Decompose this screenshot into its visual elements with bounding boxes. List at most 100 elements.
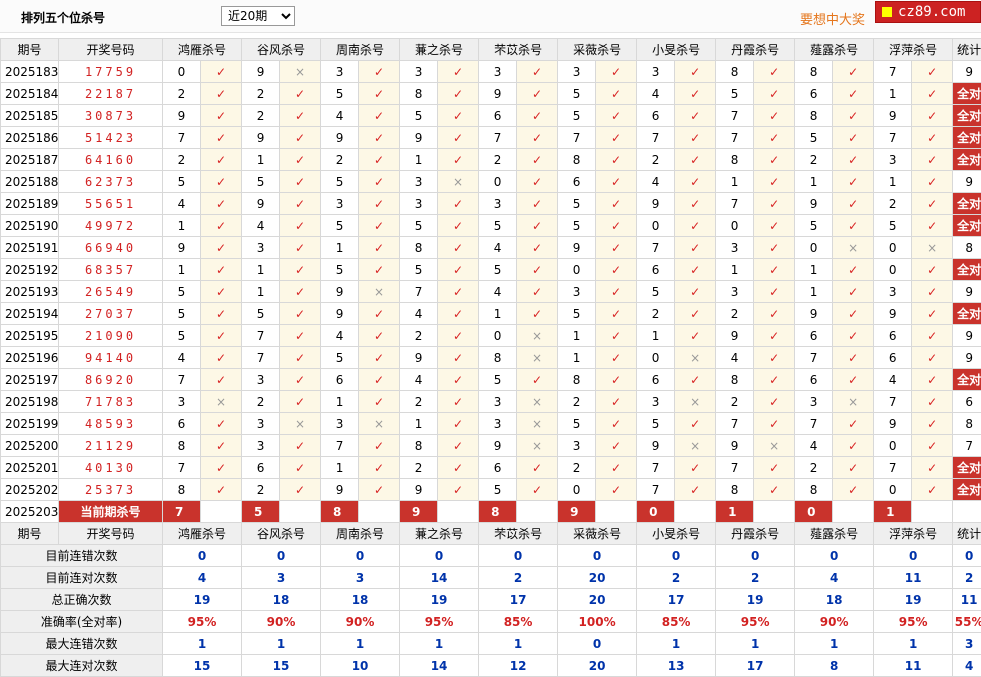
check-icon: ✓	[912, 457, 953, 479]
kill-number-cell: 5	[558, 413, 596, 435]
check-icon: ✓	[201, 325, 242, 347]
check-icon: ✓	[912, 479, 953, 501]
check-icon: ✓	[833, 435, 874, 457]
check-icon: ✓	[833, 215, 874, 237]
kill-number-cell: 3	[163, 391, 201, 413]
empty-cell	[833, 501, 874, 523]
cross-icon: ×	[517, 435, 558, 457]
kill-number-cell: 8	[716, 369, 754, 391]
check-icon: ✓	[201, 435, 242, 457]
check-icon: ✓	[280, 127, 321, 149]
winning-number-cell: 22187	[59, 83, 163, 105]
col-header-expert: 采薇杀号	[558, 523, 637, 545]
stats-label: 总正确次数	[1, 589, 163, 611]
kill-number-cell: 0	[716, 215, 754, 237]
col-header-expert: 鸿雁杀号	[163, 39, 242, 61]
period-range-select[interactable]: 近20期	[221, 6, 295, 26]
kill-number-cell: 5	[321, 347, 359, 369]
table-row: 2025185308739✓2✓4✓5✓6✓5✓6✓7✓8✓9✓全对	[1, 105, 981, 127]
check-icon: ✓	[912, 127, 953, 149]
winning-number-cell: 68357	[59, 259, 163, 281]
check-icon: ✓	[596, 391, 637, 413]
kill-number-cell: 9	[321, 303, 359, 325]
kill-number-cell: 9	[163, 237, 201, 259]
kill-number-cell: 8	[400, 435, 438, 457]
kill-number-cell: 0	[637, 215, 675, 237]
kill-number-cell: 7	[637, 237, 675, 259]
col-header-expert: 小旻杀号	[637, 523, 716, 545]
stats-label: 目前连错次数	[1, 545, 163, 567]
check-icon: ✓	[438, 127, 479, 149]
stats-value: 90%	[321, 611, 400, 633]
kill-number-cell: 2	[242, 391, 280, 413]
kill-number-cell: 1	[242, 149, 280, 171]
stats-value: 0	[558, 545, 637, 567]
col-header-expert: 谷风杀号	[242, 523, 321, 545]
kill-number-cell: 8	[558, 369, 596, 391]
check-icon: ✓	[359, 83, 400, 105]
winning-number-cell: 86920	[59, 369, 163, 391]
kill-number-cell: 2	[874, 193, 912, 215]
stats-value: 3	[242, 567, 321, 589]
kill-number-cell: 1	[716, 259, 754, 281]
stats-row: 目前连错次数00000000000	[1, 545, 981, 567]
kill-number-cell: 9	[795, 193, 833, 215]
kill-number-cell: 1	[321, 457, 359, 479]
check-icon: ✓	[833, 347, 874, 369]
stats-value: 11	[874, 567, 953, 589]
promo-text[interactable]: 要想中大奖	[800, 9, 865, 28]
all-correct-badge: 全对	[953, 369, 981, 391]
stats-value: 95%	[163, 611, 242, 633]
kill-number-cell: 5	[242, 303, 280, 325]
kill-number-cell: 3	[637, 61, 675, 83]
check-icon: ✓	[675, 303, 716, 325]
check-icon: ✓	[280, 83, 321, 105]
check-icon: ✓	[359, 259, 400, 281]
kill-number-cell: 5	[716, 83, 754, 105]
stats-value: 15	[163, 655, 242, 677]
kill-number-cell: 8	[795, 105, 833, 127]
period-cell: 2025191	[1, 237, 59, 259]
check-icon: ✓	[517, 61, 558, 83]
kill-number-cell: 6	[795, 83, 833, 105]
winning-number-cell: 94140	[59, 347, 163, 369]
stats-value: 4	[163, 567, 242, 589]
all-correct-badge: 全对	[953, 259, 981, 281]
check-icon: ✓	[754, 193, 795, 215]
check-icon: ✓	[201, 369, 242, 391]
check-icon: ✓	[280, 369, 321, 391]
table-row: 2025201401307✓6✓1✓2✓6✓2✓7✓7✓2✓7✓全对	[1, 457, 981, 479]
check-icon: ✓	[596, 347, 637, 369]
check-icon: ✓	[754, 413, 795, 435]
check-icon: ✓	[912, 391, 953, 413]
table-row: 2025183177590✓9×3✓3✓3✓3✓3✓8✓8✓7✓9	[1, 61, 981, 83]
cross-icon: ×	[833, 237, 874, 259]
check-icon: ✓	[438, 303, 479, 325]
kill-number-cell: 7	[558, 127, 596, 149]
cross-icon: ×	[675, 347, 716, 369]
check-icon: ✓	[596, 215, 637, 237]
kill-number-cell: 2	[558, 391, 596, 413]
kill-number-cell: 5	[558, 303, 596, 325]
check-icon: ✓	[359, 325, 400, 347]
site-logo[interactable]: cz89.com	[875, 1, 981, 23]
check-icon: ✓	[675, 83, 716, 105]
stats-value: 1	[242, 633, 321, 655]
stats-row: 准确率(全对率)95%90%90%95%85%100%85%95%90%95%5…	[1, 611, 981, 633]
stats-value: 19	[163, 589, 242, 611]
kill-number-cell: 8	[558, 149, 596, 171]
stats-value: 19	[400, 589, 479, 611]
kill-number-cell: 1	[716, 171, 754, 193]
check-icon: ✓	[833, 105, 874, 127]
winning-number-cell: 66940	[59, 237, 163, 259]
check-icon: ✓	[201, 281, 242, 303]
check-icon: ✓	[359, 457, 400, 479]
period-cell: 2025187	[1, 149, 59, 171]
check-icon: ✓	[596, 83, 637, 105]
check-icon: ✓	[912, 215, 953, 237]
table-row: 2025200211298✓3✓7✓8✓9×3✓9×9×4✓0✓7	[1, 435, 981, 457]
current-kill-number: 1	[874, 501, 912, 523]
check-icon: ✓	[754, 105, 795, 127]
empty-cell	[912, 501, 953, 523]
col-header-expert: 周南杀号	[321, 39, 400, 61]
